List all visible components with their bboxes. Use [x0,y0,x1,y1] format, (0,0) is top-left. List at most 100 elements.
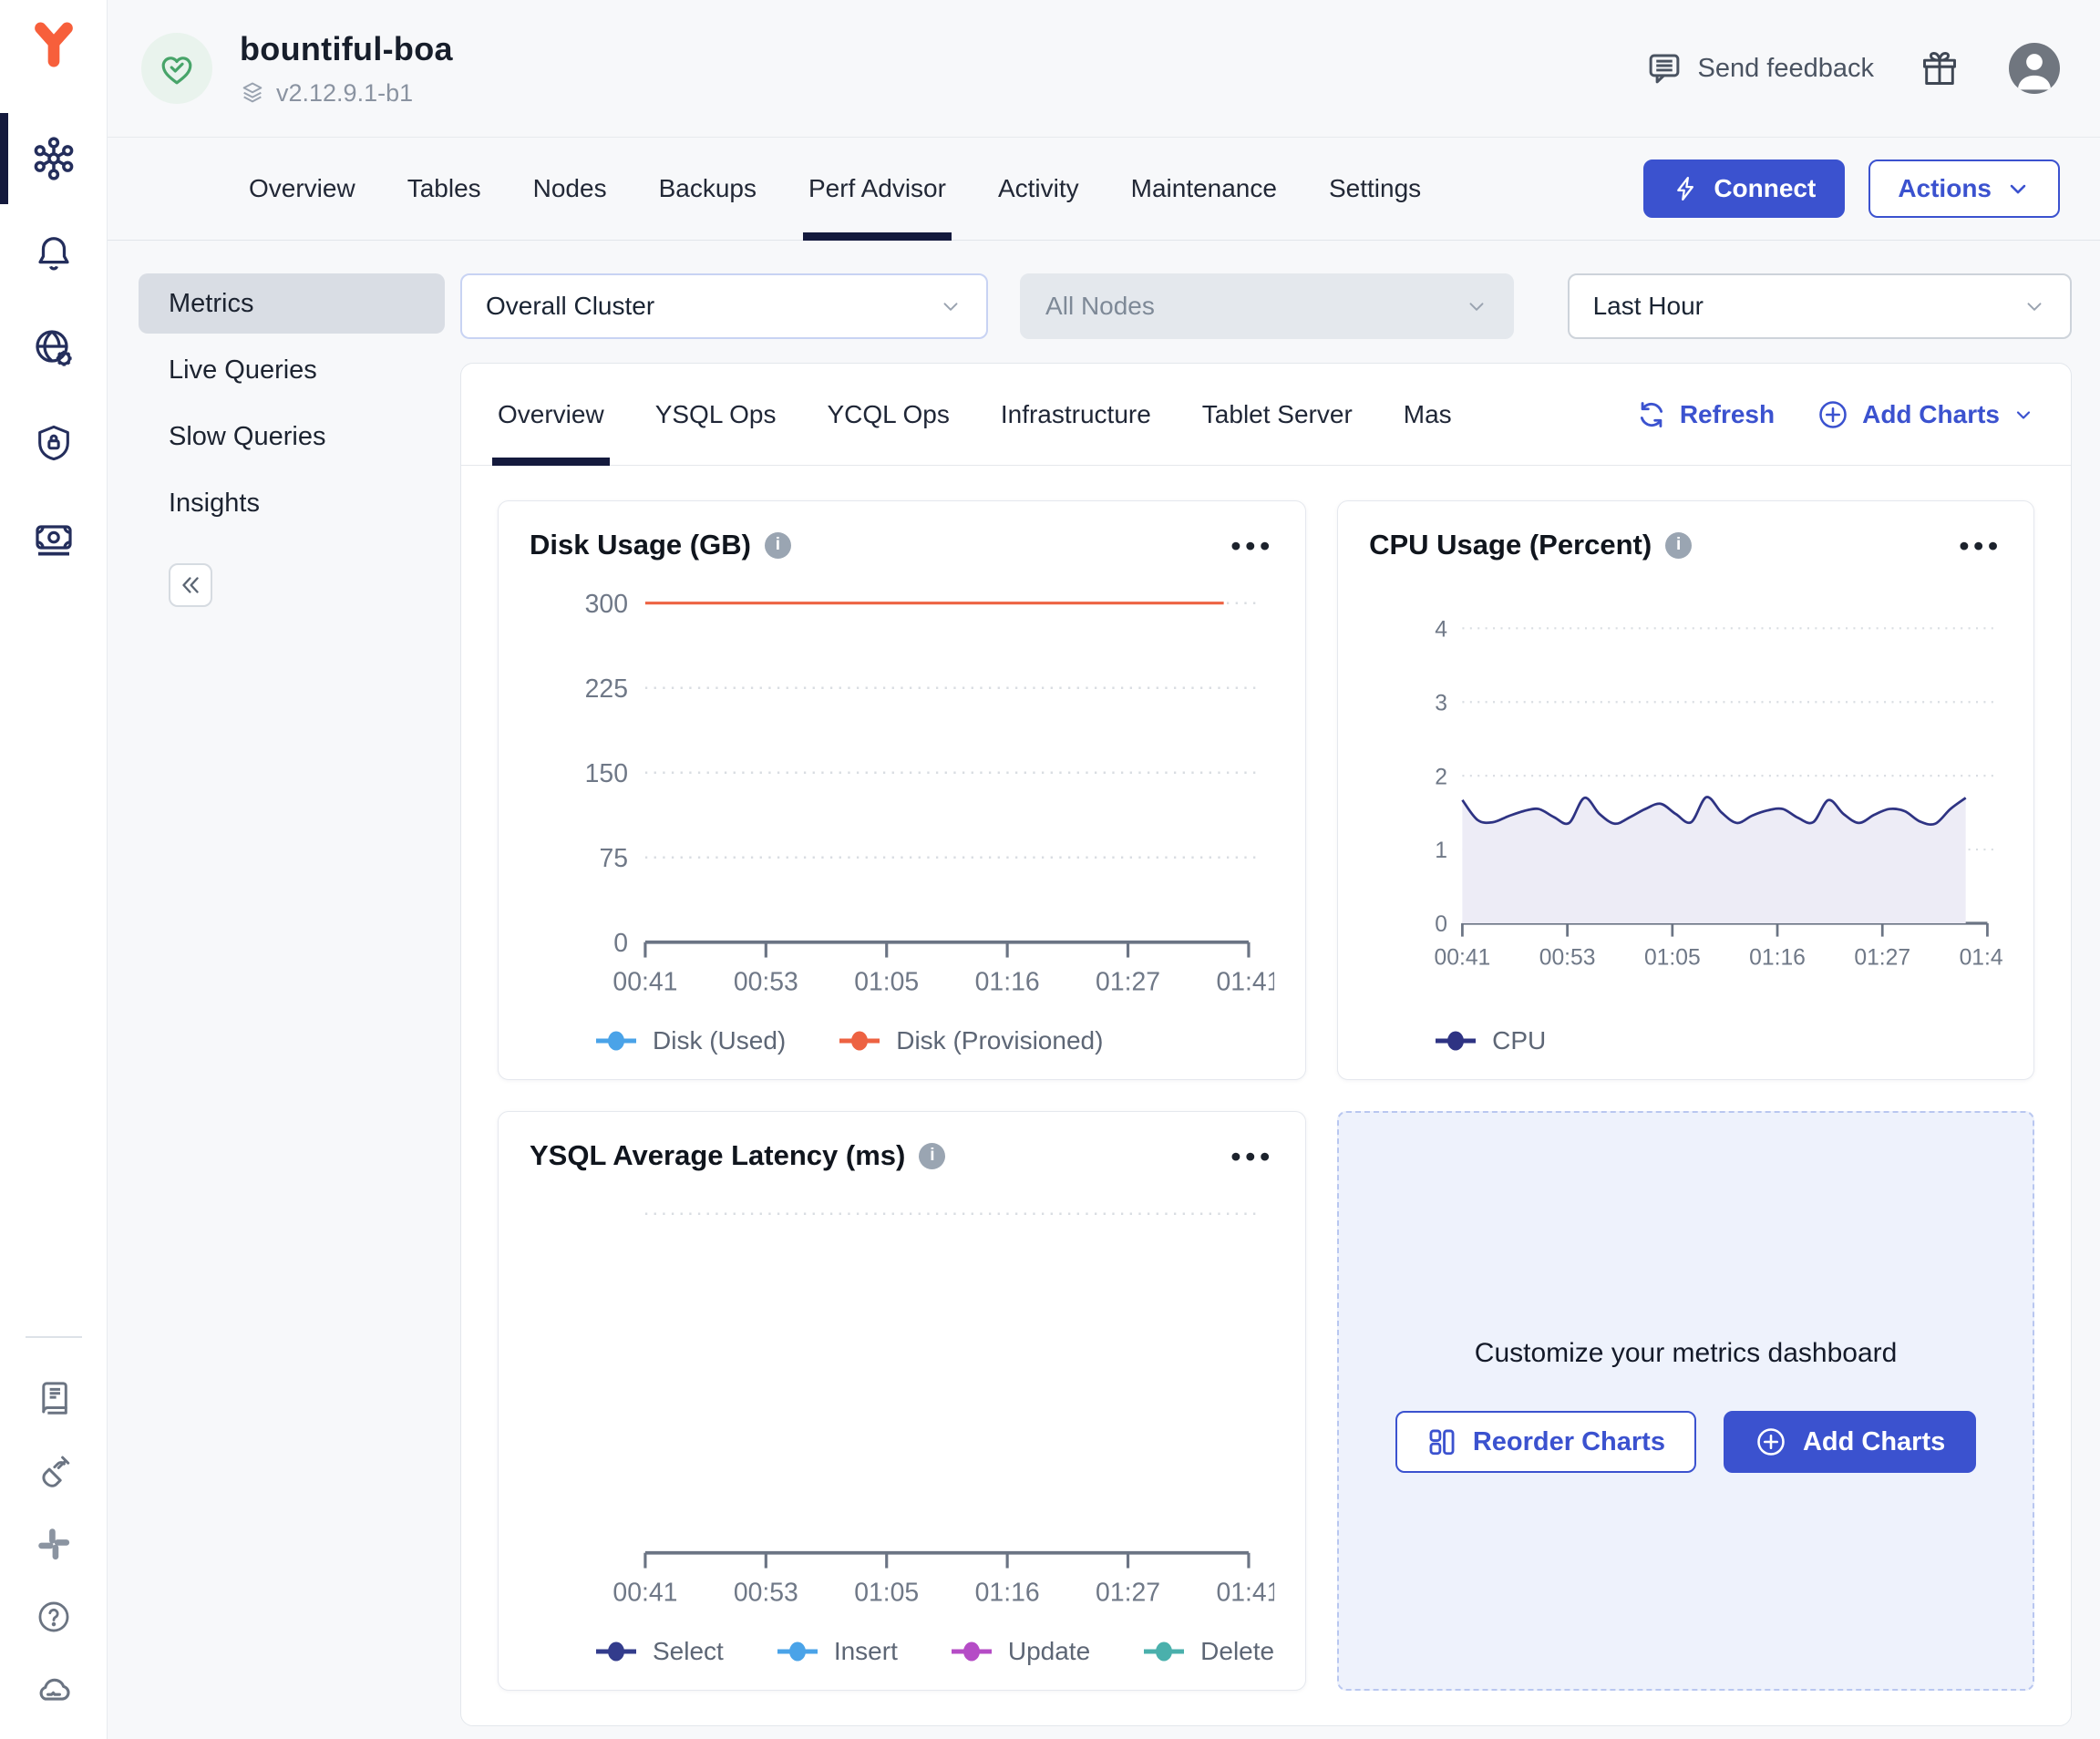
add-charts-button[interactable]: Add Charts [1817,398,2034,431]
refresh-button[interactable]: Refresh [1636,399,1775,430]
card-head: CPU Usage (Percent) i ••• [1369,529,2002,561]
tab-nodes[interactable]: Nodes [533,138,607,240]
chart-tab-ysql-ops[interactable]: YSQL Ops [655,364,777,465]
legend-item[interactable]: Disk (Provisioned) [839,1026,1103,1055]
svg-text:2: 2 [1435,765,1447,789]
chart-tab-actions: Refresh Add Charts [1636,398,2034,431]
legend-label: Disk (Provisioned) [896,1026,1103,1055]
help-question-icon[interactable] [0,1580,107,1653]
chart-tab-tablet-server[interactable]: Tablet Server [1202,364,1353,465]
legend-item[interactable]: CPU [1435,1026,1546,1055]
svg-text:00:41: 00:41 [1435,946,1491,971]
legend-item[interactable]: Select [595,1637,724,1666]
chart-tab-infrastructure[interactable]: Infrastructure [1001,364,1151,465]
connect-button[interactable]: Connect [1643,159,1845,218]
gift-icon[interactable] [1920,48,1960,88]
chart-title: Disk Usage (GB) [530,529,751,561]
subnav-insights[interactable]: Insights [139,473,445,533]
tab-tables[interactable]: Tables [407,138,481,240]
legend-marker-icon [777,1641,818,1662]
heart-check-icon [156,47,198,89]
svg-text:01:27: 01:27 [1854,946,1910,971]
info-icon[interactable]: i [765,532,791,559]
content-row: Metrics Live Queries Slow Queries Insigh… [108,241,2100,1739]
legend-item[interactable]: Delete [1143,1637,1274,1666]
rail-nav [0,111,107,585]
metrics-panel: Overview YSQL Ops YCQL Ops Infrastructur… [460,363,2072,1726]
send-feedback-button[interactable]: Send feedback [1645,49,1874,87]
chevron-down-icon [2012,404,2034,426]
customize-title: Customize your metrics dashboard [1475,1338,1898,1369]
tab-settings[interactable]: Settings [1329,138,1421,240]
cluster-icon[interactable] [0,111,107,206]
legend-item[interactable]: Update [951,1637,1090,1666]
rail-bottom-nav [0,1336,107,1739]
svg-text:01:16: 01:16 [1749,946,1806,971]
integrations-plug-icon[interactable] [0,1435,107,1507]
header-right: Send feedback [1645,43,2060,94]
legend-marker-icon [595,1030,637,1052]
svg-text:00:41: 00:41 [612,1578,677,1607]
chart-title: YSQL Average Latency (ms) [530,1139,905,1172]
legend-marker-icon [1143,1641,1185,1662]
refresh-label: Refresh [1680,400,1775,429]
legend-marker-icon [1435,1030,1477,1052]
billing-cash-icon[interactable] [0,490,107,585]
svg-text:00:53: 00:53 [1539,946,1596,971]
slack-icon[interactable] [0,1507,107,1580]
tab-overview[interactable]: Overview [249,138,355,240]
disk-usage-chart: 30022515075000:4100:5301:0501:1601:2701:… [530,571,1274,1023]
svg-text:3: 3 [1435,691,1447,715]
network-settings-globe-gear-icon[interactable] [0,301,107,396]
tab-maintenance[interactable]: Maintenance [1131,138,1277,240]
cluster-scope-value: Overall Cluster [486,292,654,321]
time-range-dropdown[interactable]: Last Hour [1568,273,2072,339]
subnav-slow-queries[interactable]: Slow Queries [139,406,445,467]
actions-label: Actions [1898,174,1992,203]
subnav-live-queries[interactable]: Live Queries [139,340,445,400]
tab-backups[interactable]: Backups [659,138,757,240]
chart-tab-overview[interactable]: Overview [498,364,604,465]
lightning-icon [1673,175,1700,202]
legend-item[interactable]: Insert [777,1637,898,1666]
sidebar-collapse-button[interactable] [169,563,212,607]
legend-label: Disk (Used) [653,1026,786,1055]
tab-perf-advisor[interactable]: Perf Advisor [808,138,946,240]
cloud-status-icon[interactable] [0,1653,107,1726]
tab-activity[interactable]: Activity [998,138,1079,240]
add-charts-label: Add Charts [1862,400,2000,429]
cpu-usage-chart: 4321000:4100:5301:0501:1601:2701:41 [1369,571,2002,1023]
chevron-down-icon [2005,176,2031,201]
security-shield-lock-icon[interactable] [0,396,107,490]
add-charts-button-filled[interactable]: Add Charts [1724,1411,1976,1473]
legend-marker-icon [951,1641,993,1662]
yugabyte-logo-icon[interactable] [27,18,80,71]
svg-text:75: 75 [599,844,628,873]
subnav-metrics[interactable]: Metrics [139,273,445,334]
actions-button[interactable]: Actions [1868,159,2060,218]
tab-actions: Connect Actions [1643,159,2060,218]
cluster-info: bountiful-boa v2.12.9.1-b1 [240,30,453,108]
user-avatar[interactable] [2009,43,2060,94]
card-menu-icon[interactable]: ••• [1959,531,2002,560]
cpu-usage-card: CPU Usage (Percent) i ••• 4321000:4100:5… [1337,500,2034,1080]
send-feedback-label: Send feedback [1698,54,1874,84]
card-menu-icon[interactable]: ••• [1231,531,1275,560]
cluster-scope-dropdown[interactable]: Overall Cluster [460,273,988,339]
nodes-dropdown[interactable]: All Nodes [1020,273,1514,339]
info-icon[interactable]: i [1665,532,1692,559]
docs-book-icon[interactable] [0,1362,107,1435]
reorder-charts-button[interactable]: Reorder Charts [1395,1411,1696,1473]
chart-tab-ycql-ops[interactable]: YCQL Ops [828,364,950,465]
alerts-bell-icon[interactable] [0,206,107,301]
cluster-version: v2.12.9.1-b1 [240,79,453,108]
add-charts-filled-label: Add Charts [1803,1427,1945,1457]
svg-text:0: 0 [1435,912,1447,937]
chart-tab-master-truncated[interactable]: Mas [1404,364,1452,465]
svg-text:01:05: 01:05 [854,1578,919,1607]
refresh-arrows-icon [1636,399,1667,430]
legend-item[interactable]: Disk (Used) [595,1026,786,1055]
info-icon[interactable]: i [919,1143,945,1169]
card-menu-icon[interactable]: ••• [1231,1142,1275,1170]
version-label: v2.12.9.1-b1 [276,79,413,108]
